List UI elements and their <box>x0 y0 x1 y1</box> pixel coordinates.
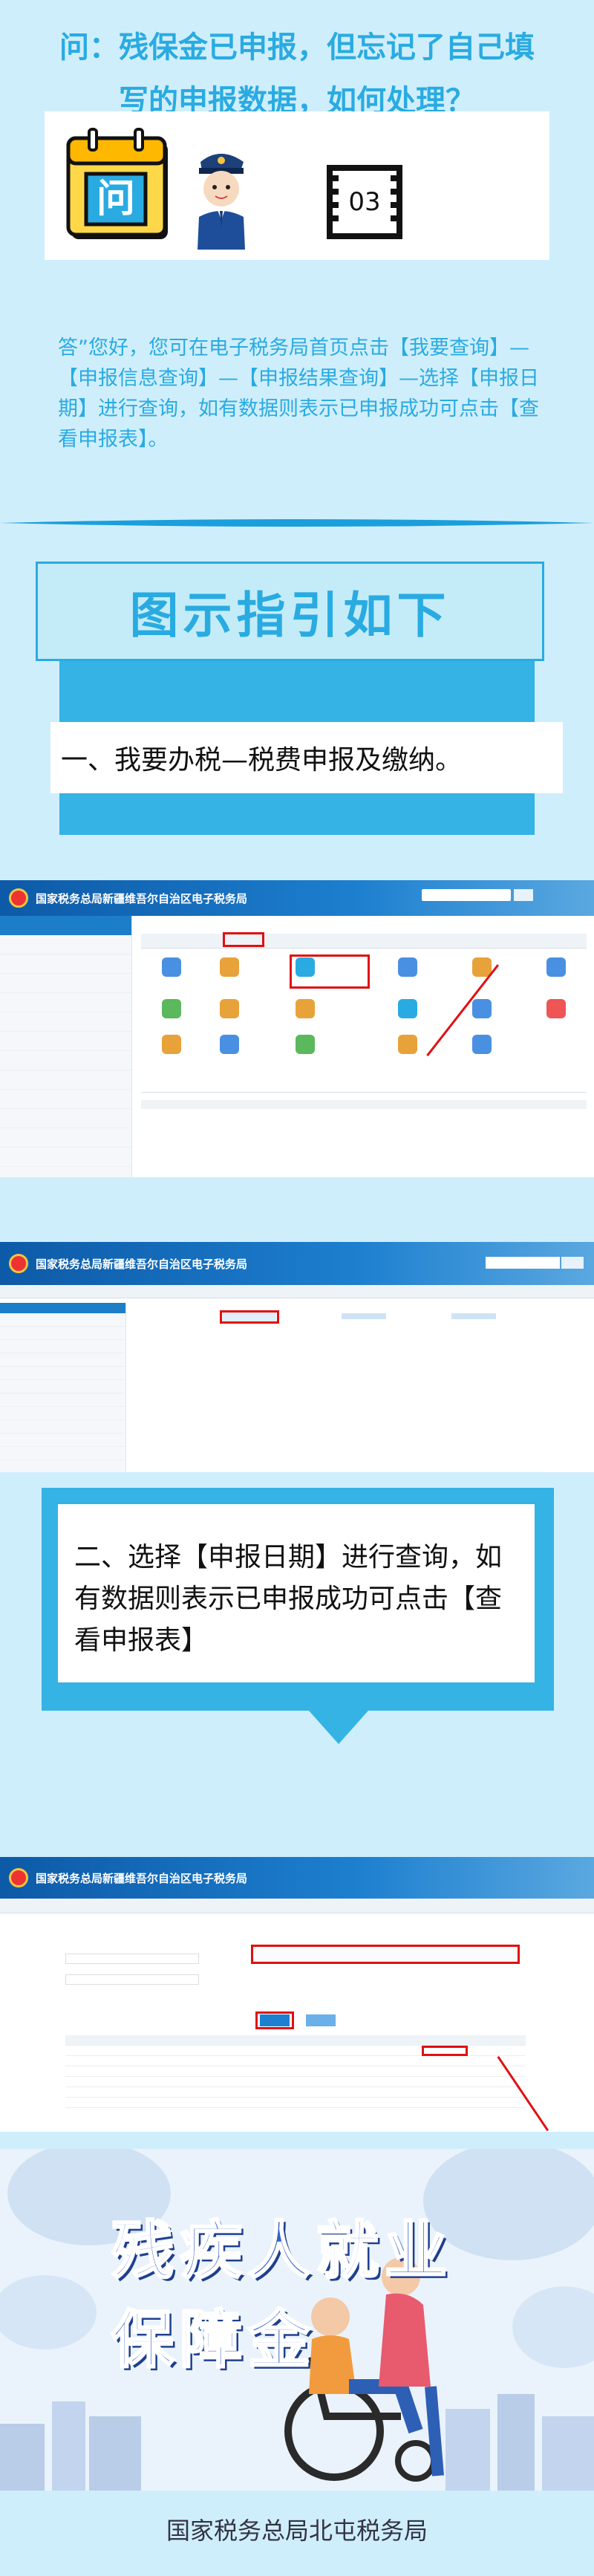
tax-bureau-header: 国家税务总局新疆维吾尔自治区电子税务局 <box>0 1857 594 1899</box>
function-icon[interactable] <box>546 957 566 977</box>
film-frame-icon: 03 <box>327 165 402 239</box>
query-link[interactable] <box>342 1313 386 1319</box>
sidebar-item[interactable] <box>0 954 131 974</box>
sidebar-item[interactable] <box>0 1327 125 1340</box>
calendar-label: 问 <box>96 177 135 221</box>
function-icon[interactable] <box>162 1035 181 1054</box>
sidebar-item[interactable] <box>0 1380 125 1393</box>
footer-text: 国家税务总局北屯税务局 <box>166 2517 428 2545</box>
sidebar-item[interactable] <box>0 935 131 954</box>
sidebar-item[interactable] <box>0 993 131 1012</box>
breadcrumb-bar <box>0 1285 594 1298</box>
screenshot-1: 国家税务总局新疆维吾尔自治区电子税务局 <box>0 880 594 1177</box>
function-icon[interactable] <box>296 999 315 1018</box>
divider-line <box>0 519 594 527</box>
police-officer-icon <box>198 154 245 250</box>
banner-title-line-1: 残疾人就业 <box>110 2214 454 2289</box>
sidebar-item[interactable] <box>0 974 131 993</box>
top-tabs[interactable] <box>141 934 587 949</box>
function-icon[interactable] <box>546 999 566 1018</box>
screenshot-3: 国家税务总局新疆维吾尔自治区电子税务局 <box>0 1857 594 2132</box>
sidebar-item[interactable] <box>0 1109 131 1128</box>
sidebar-item[interactable] <box>0 1032 131 1051</box>
sidebar-header <box>0 916 131 935</box>
step2-text: 二、选择【申报日期】进行查询，如有数据则表示已申报成功可点击【查看申报表】 <box>74 1542 503 1656</box>
function-icon[interactable] <box>296 1035 315 1054</box>
table-row <box>65 2077 526 2087</box>
sidebar-item[interactable] <box>0 1051 131 1070</box>
table-header <box>141 1100 587 1109</box>
highlight-date-range <box>251 1945 520 1964</box>
guide-title: 图示指引如下 <box>129 587 451 644</box>
reset-button[interactable] <box>306 2014 336 2026</box>
sidebar-item[interactable] <box>0 1070 131 1090</box>
sidebar-item[interactable] <box>0 1407 125 1420</box>
sidebar-item[interactable] <box>0 1313 125 1327</box>
guide-title-box: 图示指引如下 <box>36 562 544 661</box>
highlight-query-button <box>255 2011 294 2029</box>
sidebar-item[interactable] <box>0 1340 125 1353</box>
site-title: 国家税务总局新疆维吾尔自治区电子税务局 <box>36 891 248 905</box>
sidebar-item[interactable] <box>0 1128 131 1148</box>
filter-input[interactable] <box>65 1954 199 1964</box>
sidebar <box>0 1303 126 1472</box>
table-header <box>65 2035 526 2046</box>
filter-input[interactable] <box>65 1974 199 1985</box>
function-icon[interactable] <box>398 999 417 1018</box>
sidebar-item[interactable] <box>0 1090 131 1109</box>
function-icon[interactable] <box>220 1035 239 1054</box>
highlight-result-query <box>220 1310 279 1324</box>
screenshot-2: 国家税务总局新疆维吾尔自治区电子税务局 <box>0 1242 594 1472</box>
step1-box: 一、我要办税—税费申报及缴纳。 <box>50 722 563 793</box>
sidebar-item[interactable] <box>0 1393 125 1407</box>
question-line-1: 问：残保金已申报，但忘记了自己填 <box>59 30 535 65</box>
sidebar-header <box>0 1303 125 1313</box>
table-row <box>65 2098 526 2108</box>
function-icon[interactable] <box>398 1035 417 1054</box>
sidebar-item[interactable] <box>0 1367 125 1380</box>
search-input[interactable] <box>486 1257 560 1269</box>
table-row <box>65 2056 526 2066</box>
search-input[interactable] <box>422 889 511 901</box>
sidebar-item[interactable] <box>0 1447 125 1460</box>
function-icon-grid <box>162 957 578 1069</box>
disability-employment-banner: 残疾人就业 保障金 <box>0 2149 594 2491</box>
function-icon[interactable] <box>472 999 492 1018</box>
emblem-icon <box>9 1868 28 1887</box>
function-icon[interactable] <box>162 957 181 977</box>
function-icon[interactable] <box>220 957 239 977</box>
sidebar-item[interactable] <box>0 1012 131 1032</box>
highlight-declaration-icon <box>290 954 370 989</box>
sidebar-item[interactable] <box>0 1434 125 1447</box>
sidebar-item[interactable] <box>0 1148 131 1167</box>
film-number: 03 <box>348 187 381 217</box>
emblem-icon <box>9 1254 28 1273</box>
highlight-tax-tab <box>223 932 264 947</box>
search-button[interactable] <box>514 889 533 901</box>
function-icon[interactable] <box>472 1035 492 1054</box>
banner-title-line-2: 保障金 <box>110 2303 317 2378</box>
answer-text: 答”您好，您可在电子税务局首页点击【我要查询】—【申报信息查询】—【申报结果查询… <box>58 336 539 451</box>
sidebar-item[interactable] <box>0 1353 125 1367</box>
function-icon[interactable] <box>220 999 239 1018</box>
table-row <box>65 2087 526 2098</box>
function-icon[interactable] <box>398 957 417 977</box>
my-items-tabs[interactable] <box>141 1078 587 1093</box>
step2-box: 二、选择【申报日期】进行查询，如有数据则表示已申报成功可点击【查看申报表】 <box>58 1504 535 1682</box>
sidebar <box>0 916 132 1177</box>
function-icon[interactable] <box>162 999 181 1018</box>
breadcrumb-bar <box>0 1899 594 1913</box>
site-title: 国家税务总局新疆维吾尔自治区电子税务局 <box>36 1257 248 1271</box>
table-row <box>65 2066 526 2077</box>
site-title: 国家税务总局新疆维吾尔自治区电子税务局 <box>36 1871 248 1885</box>
search-button[interactable] <box>561 1257 584 1269</box>
highlight-view-declaration <box>422 2046 468 2056</box>
sidebar-item[interactable] <box>0 1420 125 1434</box>
step1-text: 一、我要办税—税费申报及缴纳。 <box>61 745 463 775</box>
query-link[interactable] <box>451 1313 496 1319</box>
emblem-icon <box>9 888 28 908</box>
